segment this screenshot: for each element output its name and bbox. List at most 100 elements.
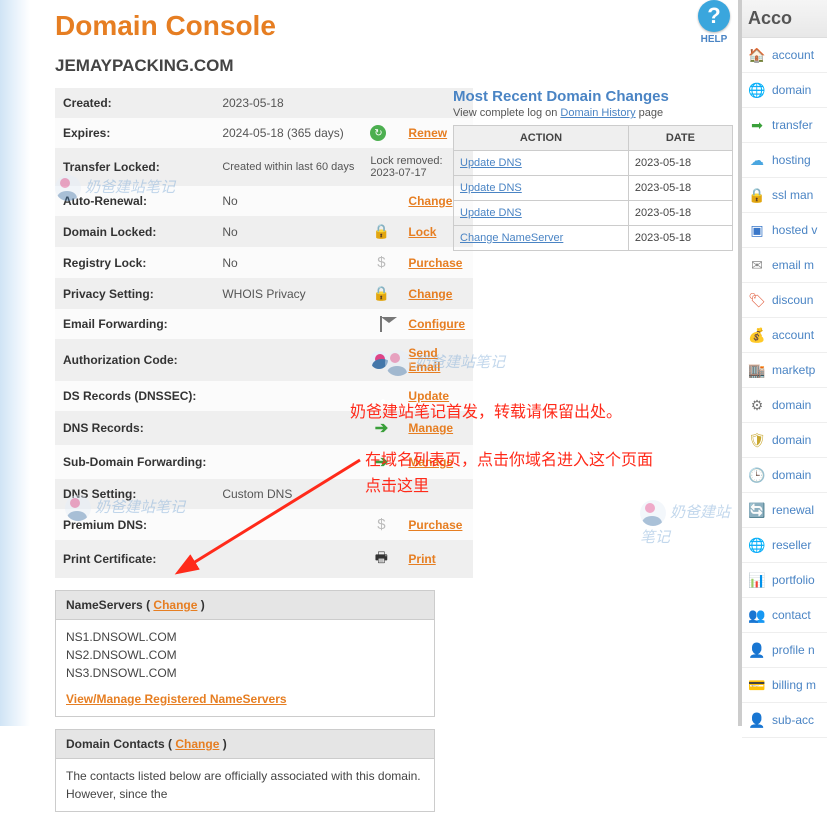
sidebar-item[interactable]: 👥 contact [742,598,827,633]
sidebar-icon: ▣ [748,221,766,239]
sidebar-icon: 👤 [748,641,766,659]
info-label: Auto-Renewal: [55,186,214,216]
info-action-link[interactable]: Change [408,194,452,208]
view-registered-ns-link[interactable]: View/Manage Registered NameServers [66,690,424,708]
sidebar-icon: 🏷 [748,291,766,309]
page-title: Domain Console [55,10,733,42]
sidebar-header: Acco [742,0,827,38]
recent-changes-title: Most Recent Domain Changes [453,88,733,105]
info-label: Authorization Code: [55,339,214,381]
sidebar-item[interactable]: 🔒ssl man [742,178,827,213]
change-date: 2023-05-18 [628,201,732,226]
sidebar-item[interactable]: 📊portfolio [742,563,827,598]
sidebar-item-label: marketp [772,363,815,377]
sidebar-item[interactable]: 💳 billing m [742,668,827,703]
nameservers-header: NameServers ( Change ) [56,591,434,620]
change-action-link[interactable]: Update DNS [460,157,522,169]
info-icon [362,339,400,381]
info-value [214,381,362,411]
sidebar-icon: ➡ [748,116,766,134]
info-action-link[interactable]: Send Email [408,346,440,374]
info-icon: ➔ [362,445,400,479]
help-label: HELP [698,34,730,45]
recent-changes-table: ACTION DATE Update DNS2023-05-18Update D… [453,125,733,251]
info-action-link[interactable]: Update [408,389,449,403]
info-icon [362,479,400,509]
info-row: DNS Setting:Custom DNS [55,479,473,509]
sidebar-item[interactable]: ▣ hosted v [742,213,827,248]
sidebar-item-label: sub-acc [772,713,814,727]
sidebar-item[interactable]: 🌐domain [742,73,827,108]
sidebar-icon: 💳 [748,676,766,694]
nameservers-change-link[interactable]: Change [153,598,197,612]
info-action-link[interactable]: Print [408,552,435,566]
info-row: Privacy Setting:WHOIS Privacy🔒Change [55,278,473,309]
info-row: Premium DNS:$Purchase [55,509,473,540]
sidebar-item-label: reseller [772,538,811,552]
info-value: 2024-05-18 (365 days) [214,118,362,148]
info-action-link[interactable]: Manage [408,421,453,435]
info-action-link[interactable]: Change [408,287,452,301]
change-action-link[interactable]: Update DNS [460,182,522,194]
sidebar-item[interactable]: 👤sub-acc [742,703,827,738]
info-value: Created within last 60 days [214,148,362,186]
sidebar-item-label: hosted v [772,223,817,237]
sidebar-item[interactable]: 🔄renewal [742,493,827,528]
nameserver-entry: NS3.DNSOWL.COM [66,664,424,682]
info-label: Premium DNS: [55,509,214,540]
domain-history-link[interactable]: Domain History [560,107,635,119]
change-action-link[interactable]: Update DNS [460,207,522,219]
info-action-link[interactable]: Lock [408,225,436,239]
sidebar-item[interactable]: 🛡domain [742,423,827,458]
info-action-link[interactable]: Renew [408,126,447,140]
sidebar-item[interactable]: ✉email m [742,248,827,283]
sidebar-icon: ☁ [748,151,766,169]
info-value [214,445,362,479]
sidebar-item[interactable]: ➡ transfer [742,108,827,143]
info-label: Email Forwarding: [55,309,214,339]
info-label: Registry Lock: [55,247,214,278]
info-label: Expires: [55,118,214,148]
sidebar-item-label: contact [772,608,811,622]
info-icon: 🔒 [362,216,400,247]
info-icon: ➔ [362,411,400,445]
sidebar-item[interactable]: ☁hosting [742,143,827,178]
sidebar-item[interactable]: 🏬marketp [742,353,827,388]
sidebar-item-label: account [772,328,814,342]
sidebar-item[interactable]: 🏷discoun [742,283,827,318]
sidebar-icon: 👥 [748,606,766,624]
change-date: 2023-05-18 [628,226,732,251]
sidebar-item[interactable]: 💰account [742,318,827,353]
info-icon: $ [362,509,400,540]
info-value [214,339,362,381]
nameserver-entry: NS1.DNSOWL.COM [66,628,424,646]
sidebar-item[interactable]: ⚙domain [742,388,827,423]
info-label: Privacy Setting: [55,278,214,309]
info-label: Sub-Domain Forwarding: [55,445,214,479]
sidebar-icon: 📊 [748,571,766,589]
help-badge[interactable]: ? HELP [698,0,730,45]
domain-info-table: Created:2023-05-18Expires:2024-05-18 (36… [55,88,473,578]
info-label: DS Records (DNSSEC): [55,381,214,411]
info-row: Sub-Domain Forwarding: ➔ Manage [55,445,473,479]
info-row: Expires:2024-05-18 (365 days)↻Renew [55,118,473,148]
info-action-link[interactable]: Manage [408,455,453,469]
sidebar-item-label: domain [772,398,811,412]
sidebar-item-label: transfer [772,118,813,132]
contacts-note: The contacts listed below are officially… [66,767,424,803]
left-gradient [0,0,30,726]
sidebar-item[interactable]: 🌐reseller [742,528,827,563]
contacts-change-link[interactable]: Change [175,737,219,751]
sidebar-item-label: domain [772,433,811,447]
help-icon: ? [698,0,730,32]
sidebar-item-label: billing m [772,678,816,692]
sidebar-item[interactable]: 👤profile n [742,633,827,668]
sidebar-item[interactable]: 🏠account [742,38,827,73]
info-value [214,509,362,540]
col-action: ACTION [454,126,629,151]
info-value: 2023-05-18 [214,88,362,118]
change-action-link[interactable]: Change NameServer [460,232,563,244]
info-row: DS Records (DNSSEC): Update [55,381,473,411]
table-row: Update DNS 2023-05-18 [454,201,733,226]
sidebar-item[interactable]: 🕒domain [742,458,827,493]
